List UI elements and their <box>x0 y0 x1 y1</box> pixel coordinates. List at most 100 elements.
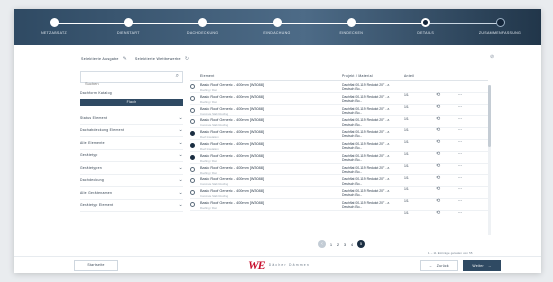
row-radio[interactable] <box>190 201 195 207</box>
element-name: Basic Roof Generic - 400mm [W3088] <box>200 83 264 87</box>
row-radio[interactable] <box>190 178 195 184</box>
filter-row[interactable]: Gerätetyp ⌄ <box>80 150 183 162</box>
filter-list: Status Element ⌄ Dachabdeckung Element ⌄ All… <box>80 112 183 212</box>
filter-group-label: Dachform Katalog <box>80 91 112 95</box>
chevron-down-icon: ⌄ <box>178 189 183 196</box>
table-row[interactable]: Basic Roof Generic - 400mm [W3088] Concre… <box>190 187 488 204</box>
element-name: Basic Roof Generic - 400mm [W3088] <box>200 118 264 123</box>
search-input[interactable] <box>81 78 182 89</box>
more-icon[interactable]: ··· <box>458 210 462 216</box>
element-name: Basic Roof Generic - 400mm [W3088] <box>200 200 264 205</box>
filter-row[interactable]: Status Element ⌄ <box>80 112 183 125</box>
filter-row[interactable]: Gerätetyp Element ⌄ <box>80 200 183 212</box>
row-radio[interactable] <box>190 190 195 196</box>
table-row[interactable]: Basic Roof Generic - 400mm [W3088] Roofin… <box>190 152 488 169</box>
table-scrollbar[interactable] <box>488 85 491 235</box>
stepper-step[interactable]: Eindachung <box>247 18 307 35</box>
table-row[interactable]: Basic Roof Generic - 400mm [W3088] Roof I… <box>190 140 488 157</box>
row-radio[interactable] <box>190 107 195 113</box>
next-button-label: Weiter <box>472 263 484 268</box>
selected-output-label[interactable]: Selektierte Ausgabe <box>81 57 119 61</box>
element-cell: Basic Roof Generic - 400mm [W3088] Roof I… <box>200 142 342 151</box>
home-button[interactable]: Startseite <box>74 260 118 271</box>
stepper-step: Zusammenfassung <box>470 18 530 35</box>
scroll-thumb[interactable] <box>488 85 491 147</box>
filter-row[interactable]: Gerätetypen ⌄ <box>80 162 183 175</box>
table-row[interactable]: Basic Roof Generic - 400mm [W3088] Roof I… <box>190 128 488 145</box>
page-number[interactable]: 1 <box>329 242 333 247</box>
filter-row[interactable]: Alle Gerätenamen ⌄ <box>80 187 183 200</box>
stepper-step[interactable]: Dachdeckung <box>173 18 233 35</box>
stepper-step[interactable]: Dienstart <box>98 18 158 35</box>
filter-row[interactable]: Alle Elemente ⌄ <box>80 137 183 150</box>
table-row[interactable]: Basic Roof Generic - 400mm [W3088] Roofin… <box>190 93 488 110</box>
element-subtitle: Roofing / Flat <box>200 170 217 175</box>
action-cell: ⟲ <box>434 201 458 219</box>
selected-competitions-label[interactable]: Selektierte Wettbewerbe <box>135 57 181 61</box>
row-radio[interactable] <box>190 166 195 172</box>
stepper-step[interactable]: Eindecken <box>321 18 381 35</box>
filter-label: Alle Gerätenamen <box>80 190 113 195</box>
element-subtitle: Roof Insulation <box>200 146 219 151</box>
filter-label: Dachdeckung <box>80 178 105 183</box>
project-cell: Dachflat 00-119 Redutct 20° - z. Deutsch … <box>342 107 404 116</box>
page-number[interactable]: 5 <box>357 240 365 248</box>
chevron-down-icon: ⌄ <box>178 139 183 146</box>
stepper-step[interactable]: Netzabsatz <box>24 18 84 35</box>
table-row[interactable]: Basic Roof Generic - 400mm [W3088] Roofin… <box>190 199 488 216</box>
table-row[interactable]: Basic Roof Generic - 400mm [W3088] Concre… <box>190 105 488 122</box>
step-dot-icon <box>346 18 356 27</box>
step-dot-icon <box>272 18 282 27</box>
row-radio[interactable] <box>190 95 195 101</box>
page-number[interactable]: 3 <box>343 242 347 247</box>
back-button[interactable]: ← Zurück <box>420 260 458 271</box>
search-icon[interactable]: ⌕ <box>176 73 179 80</box>
edit-icon[interactable]: ✎ <box>123 56 127 62</box>
header-element[interactable]: Element <box>200 74 342 78</box>
page-number[interactable]: 4 <box>350 242 354 247</box>
header-count[interactable]: Anteil <box>404 74 434 78</box>
flat-toggle[interactable]: Flach <box>80 99 183 106</box>
row-radio[interactable] <box>190 119 195 125</box>
page-number[interactable]: 2 <box>336 242 340 247</box>
filter-row[interactable]: Dachabdeckung Element ⌄ <box>80 125 183 137</box>
filter-row[interactable]: Dachdeckung ⌄ <box>80 175 183 187</box>
row-radio[interactable] <box>190 84 195 89</box>
project-text-2: Deutsch Bo... <box>342 205 363 210</box>
project-text-2: Deutsch Bo... <box>342 146 363 151</box>
header-project[interactable]: Projekt / Material <box>342 74 404 78</box>
element-name: Basic Roof Generic - 400mm [W3088] <box>200 141 264 146</box>
arrow-right-icon: → <box>487 263 492 268</box>
element-name: Basic Roof Generic - 400mm [W3088] <box>200 153 264 158</box>
row-radio[interactable] <box>190 154 195 160</box>
step-dot-icon <box>49 18 59 27</box>
element-cell: Basic Roof Generic - 400mm [W3088] Concre… <box>200 177 342 186</box>
filter-group: Dachform Katalog Flach <box>80 89 183 106</box>
project-cell: Dachflat 00-119 Redutct 20° - z. Deutsch … <box>342 201 404 210</box>
row-radio[interactable] <box>190 131 195 137</box>
sidebar-search: ⌕ <box>80 71 183 89</box>
row-select-cell <box>190 189 200 196</box>
element-cell: Basic Roof Generic - 400mm [W3088] Roofin… <box>200 166 342 175</box>
back-button-label: Zurück <box>436 263 449 268</box>
step-label: Details <box>417 31 435 35</box>
table-row[interactable]: Basic Roof Generic - 400mm [W3088] Roofin… <box>190 81 488 98</box>
table-row[interactable]: Basic Roof Generic - 400mm [W3088] Roofin… <box>190 164 488 181</box>
edit-icon[interactable]: ⟲ <box>436 210 440 216</box>
stepper-step[interactable]: Details <box>396 18 456 35</box>
clear-filter-icon[interactable]: ⊘ <box>490 54 494 60</box>
filter-label: Gerätetyp Element <box>80 203 114 208</box>
project-text-2: Deutsch Bo... <box>342 110 363 115</box>
next-button[interactable]: Weiter → <box>463 260 501 271</box>
row-radio[interactable] <box>190 142 195 148</box>
project-text-2: Deutsch Bo... <box>342 158 363 163</box>
step-dot-icon <box>198 18 208 27</box>
refresh-icon[interactable]: ↻ <box>185 56 189 62</box>
project-cell: Dachflat 00-119 Redutct 20° - z. Deutsch … <box>342 130 404 139</box>
table-row[interactable]: Basic Roof Generic - 400mm [W3088] Concre… <box>190 175 488 192</box>
project-text-2: Deutsch Bo... <box>342 169 363 174</box>
step-dot-icon <box>123 18 133 27</box>
results-hint: 1 – 11 Einträge geladen von 55 <box>428 251 473 255</box>
prev-page-button[interactable]: ‹ <box>318 240 326 248</box>
table-row[interactable]: Basic Roof Generic - 400mm [W3088] Concre… <box>190 116 488 133</box>
